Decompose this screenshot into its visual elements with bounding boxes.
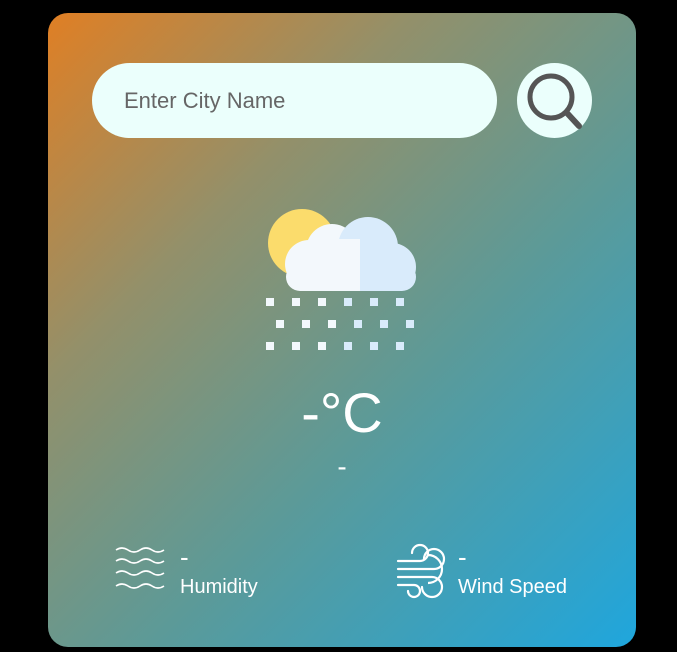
humidity-label: Humidity (180, 576, 258, 598)
city-search-input[interactable] (92, 63, 497, 138)
search-icon (527, 73, 582, 129)
snow-cloud-sun-icon (266, 209, 418, 357)
wind-speed-label: Wind Speed (458, 576, 567, 598)
weather-card: -°C - - Humidity - Wind Speed (48, 13, 636, 647)
search-button[interactable] (517, 63, 592, 138)
humidity-waves-icon (115, 547, 165, 589)
wind-speed-value: - (458, 542, 467, 572)
wind-detail: - Wind Speed (394, 543, 624, 603)
humidity-value: - (180, 542, 189, 572)
wind-icon (396, 543, 446, 599)
city-name: - (337, 451, 347, 482)
temperature: -°C (301, 381, 383, 444)
search-box (92, 63, 497, 138)
humidity-detail: - Humidity (114, 543, 344, 603)
